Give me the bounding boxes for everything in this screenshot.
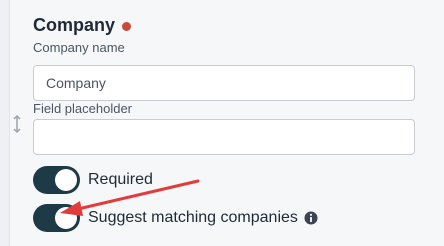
company-name-label: Company name: [33, 40, 125, 55]
suggest-matching-toggle[interactable]: [33, 204, 80, 232]
company-name-input[interactable]: [33, 65, 415, 101]
vertical-resize-icon[interactable]: [9, 113, 25, 135]
suggest-matching-label: Suggest matching companies: [88, 209, 298, 226]
required-toggle[interactable]: [33, 166, 80, 194]
toggle-knob: [55, 207, 77, 229]
required-toggle-label: Required: [88, 171, 153, 188]
toggle-knob: [55, 169, 77, 191]
field-placeholder-input[interactable]: [33, 119, 415, 155]
required-toggle-row: Required: [33, 166, 153, 194]
suggest-toggle-row: Suggest matching companies: [33, 204, 318, 232]
field-placeholder-label: Field placeholder: [33, 101, 133, 116]
field-title: Company: [33, 15, 116, 35]
required-indicator-dot: [122, 21, 132, 31]
field-title-row: Company: [33, 14, 132, 36]
info-icon[interactable]: [304, 211, 318, 225]
